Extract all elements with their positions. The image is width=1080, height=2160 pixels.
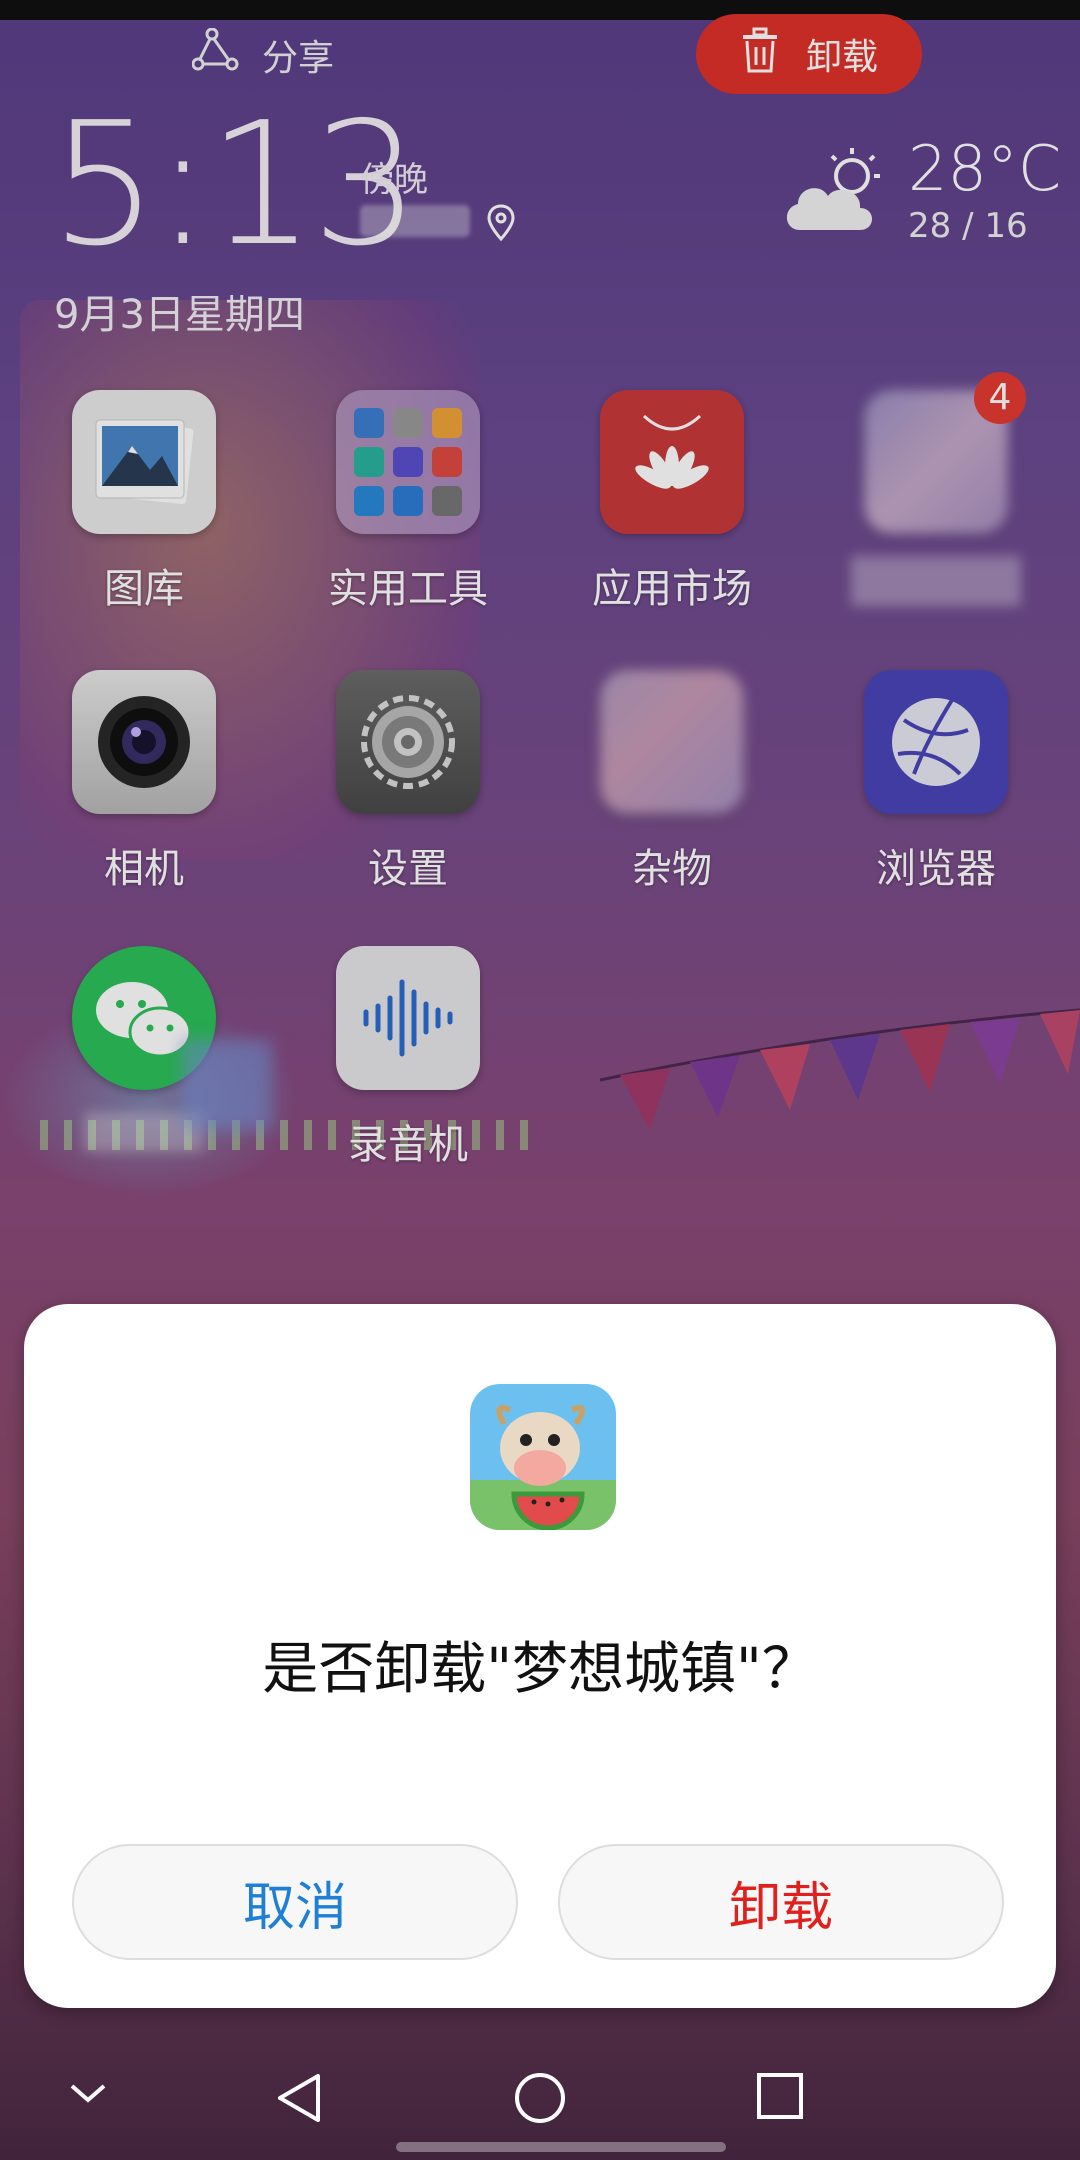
recents-square-icon[interactable] (754, 2070, 806, 2126)
cancel-button[interactable]: 取消 (72, 1844, 518, 1960)
home-circle-icon[interactable] (512, 2070, 568, 2130)
dialog-message: 是否卸载"梦想城镇"？ (262, 1637, 818, 1702)
back-triangle-icon[interactable] (272, 2070, 328, 2130)
confirm-uninstall-button[interactable]: 卸载 (558, 1844, 1004, 1960)
township-app-icon (470, 1384, 616, 1530)
uninstall-dialog: 是否卸载"梦想城镇"？ 取消 卸载 (24, 1304, 1056, 2008)
gesture-hint-bar (396, 2142, 726, 2152)
collapse-chevron-icon[interactable] (66, 2070, 110, 2118)
navigation-bar (0, 2030, 1080, 2160)
